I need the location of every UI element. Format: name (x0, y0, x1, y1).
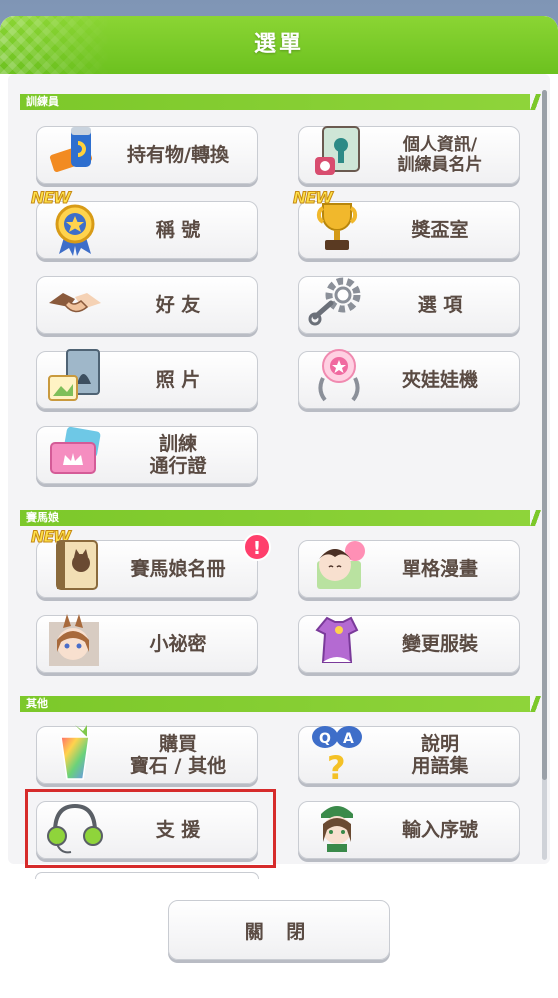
button-label: 單格漫畫 (401, 558, 478, 580)
section-label: 其他 (26, 697, 48, 710)
gear-icon (305, 269, 369, 335)
profile-card-button[interactable]: 個人資訊/ 訓練員名片 (298, 126, 520, 184)
handshake-icon (43, 269, 107, 335)
button-label: 選 項 (417, 294, 463, 316)
claw-machine-icon (305, 344, 369, 410)
items-exchange-icon (43, 119, 107, 185)
dialog-title: 選單 (253, 32, 304, 57)
svg-text:?: ? (327, 749, 346, 785)
button-label: 小祕密 (149, 633, 207, 655)
profile-card-icon (305, 119, 369, 185)
title-badge-button[interactable]: NEW 稱 號 (31, 188, 258, 259)
roster-button[interactable]: NEW ! 賽馬娘名冊 (31, 527, 271, 598)
pass-ticket-icon (43, 419, 107, 485)
gem-icon (43, 719, 107, 785)
buy-gems-button[interactable]: 購買 寶石 / 其他 (36, 725, 258, 784)
section-header-umamusume: 賽馬娘 (20, 510, 544, 526)
button-label: 稱 號 (155, 219, 201, 241)
training-pass-button[interactable]: 訓練 通行證 (36, 426, 258, 484)
scrollbar[interactable] (542, 90, 547, 860)
menu-panel: 訓練員 持有物/轉換 個人資訊/ 訓練員名片 NEW 稱 號 NEW 獎盃室 好… (8, 74, 550, 864)
scrollbar-thumb[interactable] (542, 90, 547, 780)
secrets-button[interactable]: 小祕密 (36, 614, 258, 673)
button-label: 賽馬娘名冊 (130, 558, 226, 580)
friends-button[interactable]: 好 友 (36, 276, 258, 334)
help-glossary-button[interactable]: Q A ? 說明 用語集 (298, 726, 520, 787)
trophy-room-button[interactable]: NEW 獎盃室 (293, 188, 520, 259)
title-badge-icon (43, 194, 107, 260)
options-button[interactable]: 選 項 (298, 276, 520, 334)
selection-highlight (25, 789, 276, 868)
button-label: 好 友 (155, 294, 201, 316)
button-label: 變更服裝 (401, 633, 478, 655)
photo-icon (43, 344, 107, 410)
button-label: 輸入序號 (401, 819, 478, 841)
button-label: 說明 用語集 (411, 733, 469, 777)
comic-icon (305, 533, 369, 599)
button-label: 持有物/轉換 (127, 144, 229, 166)
section-header-trainer: 訓練員 (20, 94, 544, 110)
items-exchange-button[interactable]: 持有物/轉換 (36, 126, 258, 184)
comic-button[interactable]: 單格漫畫 (298, 540, 520, 598)
svg-text:A: A (343, 731, 354, 747)
roster-icon (43, 533, 107, 599)
serial-code-button[interactable]: 輸入序號 (298, 801, 520, 859)
dialog-header: 選單 (0, 16, 558, 74)
help-qa-icon: Q A ? (305, 719, 369, 787)
button-label: 個人資訊/ 訓練員名片 (397, 135, 483, 175)
button-label: 照 片 (155, 369, 201, 391)
serial-code-icon (305, 794, 369, 860)
button-label: 購買 寶石 / 其他 (129, 733, 227, 777)
section-header-other: 其他 (20, 696, 544, 712)
close-button[interactable]: 關 閉 (168, 900, 390, 960)
claw-machine-button[interactable]: 夾娃娃機 (298, 349, 520, 409)
svg-text:Q: Q (319, 731, 331, 747)
photo-button[interactable]: 照 片 (36, 349, 258, 409)
outfit-icon (305, 608, 369, 674)
secret-icon (43, 608, 107, 674)
button-label: 獎盃室 (411, 219, 469, 241)
button-label: 夾娃娃機 (401, 369, 478, 391)
partial-menu-button (35, 872, 259, 879)
section-label: 賽馬娘 (26, 511, 59, 524)
trophy-icon (305, 194, 369, 260)
change-outfit-button[interactable]: 變更服裝 (298, 615, 520, 673)
section-label: 訓練員 (26, 95, 59, 108)
button-label: 訓練 通行證 (149, 433, 207, 477)
